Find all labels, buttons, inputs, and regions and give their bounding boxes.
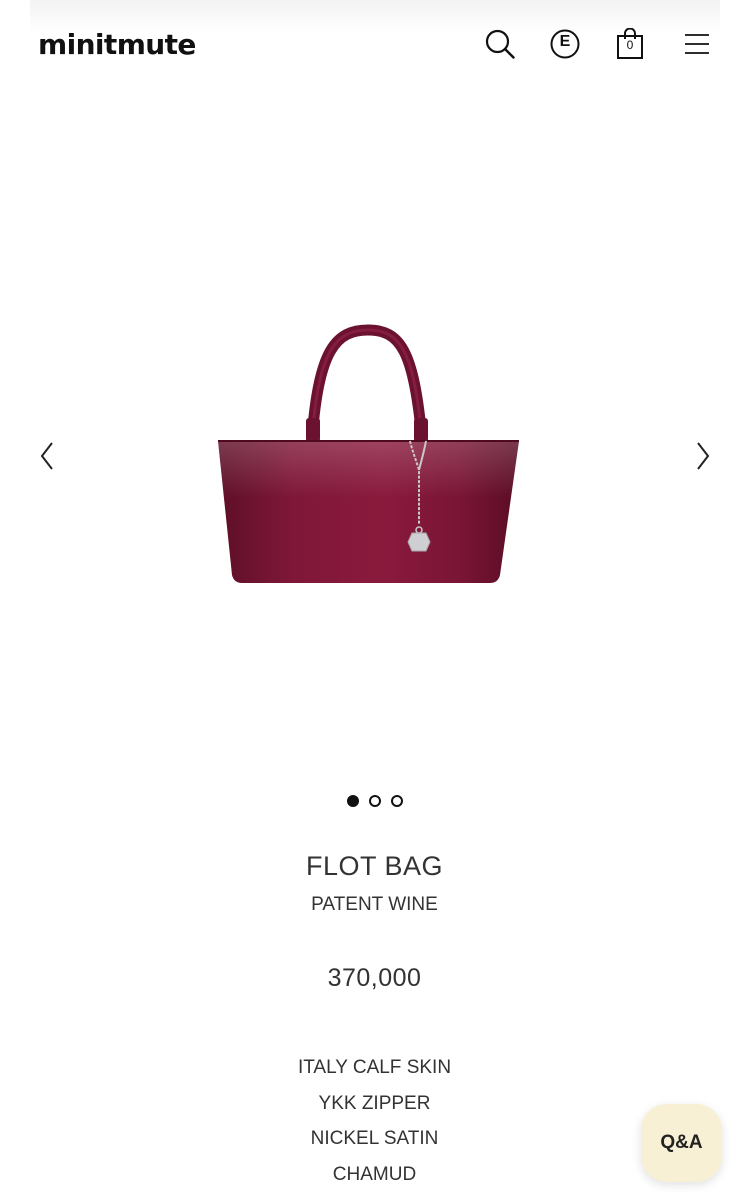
product-price: 370,000: [327, 964, 422, 992]
hamburger-menu-icon: [685, 34, 709, 54]
menu-button[interactable]: [679, 26, 715, 62]
brand-logo[interactable]: minitmute: [38, 28, 196, 61]
spec-item: CHAMUD: [332, 1163, 417, 1185]
gallery-prev-button[interactable]: [32, 430, 62, 482]
currency-button[interactable]: E: [547, 26, 583, 62]
cart-count: 0: [626, 38, 634, 52]
product-specs: ITALY CALF SKIN YKK ZIPPER NICKEL SATIN …: [0, 1055, 749, 1197]
gallery-pagination: [0, 795, 749, 807]
product-image[interactable]: [200, 320, 540, 600]
pagination-dot[interactable]: [368, 795, 381, 807]
pagination-dot[interactable]: [346, 795, 359, 807]
product-color: PATENT WINE: [311, 894, 438, 915]
chevron-left-icon: [40, 442, 53, 470]
chevron-right-icon: [697, 442, 710, 470]
cart-button[interactable]: 0: [612, 26, 648, 62]
pagination-dot[interactable]: [390, 795, 403, 807]
spec-item: YKK ZIPPER: [318, 1092, 431, 1114]
product-name: FLOT BAG: [305, 851, 444, 881]
spec-item: NICKEL SATIN: [310, 1128, 439, 1149]
search-button[interactable]: [482, 26, 518, 62]
search-icon: [485, 29, 515, 59]
qa-button[interactable]: Q&A: [641, 1104, 722, 1182]
spec-item: ITALY CALF SKIN: [297, 1057, 452, 1078]
site-header: minitmute E 0: [0, 0, 749, 90]
product-gallery: [0, 90, 749, 780]
currency-label: E: [559, 33, 571, 50]
gallery-next-button[interactable]: [688, 430, 718, 482]
